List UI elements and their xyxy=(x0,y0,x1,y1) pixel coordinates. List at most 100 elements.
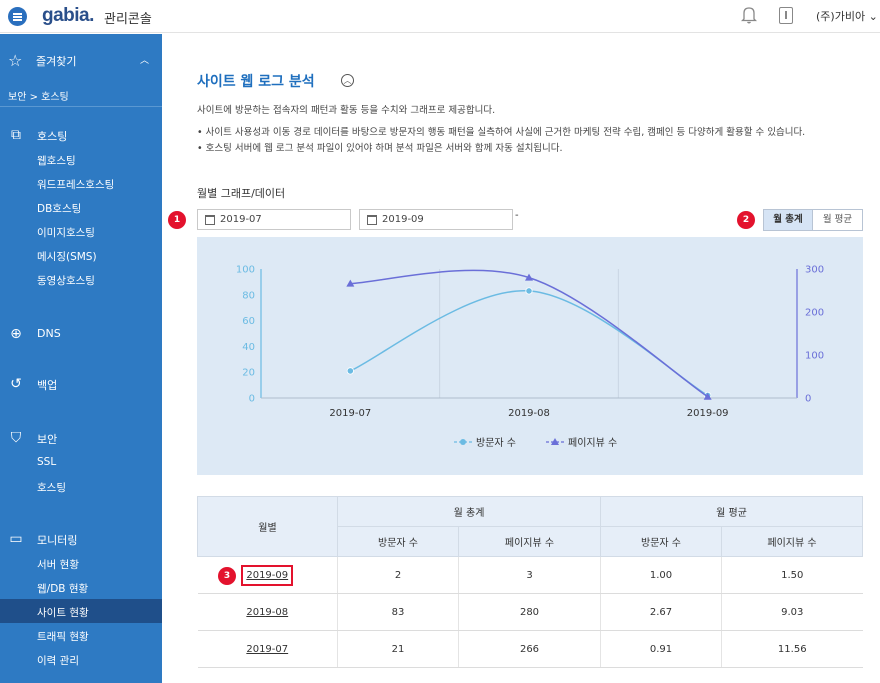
sidebar-item-video-hosting[interactable]: 동영상호스팅 xyxy=(37,273,95,288)
start-date-value: 2019-07 xyxy=(220,214,262,225)
calendar-icon xyxy=(205,215,215,225)
sidebar-item-traffic-status[interactable]: 트래픽 현황 xyxy=(37,629,89,644)
console-label: 관리콘솔 xyxy=(104,12,152,27)
sidebar-divider xyxy=(0,106,162,107)
y-right-tick-label: 0 xyxy=(805,394,811,405)
x-tick-label: 2019-09 xyxy=(687,408,729,419)
sidebar-item-history[interactable]: 이력 관리 xyxy=(37,653,79,668)
table-cell: 2.67 xyxy=(600,593,722,631)
chevron-up-icon: ︿ xyxy=(140,56,150,66)
sidebar-item-security-hosting[interactable]: 호스팅 xyxy=(37,480,66,495)
sidebar-item-server-status[interactable]: 서버 현황 xyxy=(37,557,79,572)
data-point xyxy=(525,287,533,295)
table-cell: 280 xyxy=(458,593,601,631)
chevron-up-icon[interactable]: ︿ xyxy=(341,74,354,87)
section-title: 월별 그래프/데이터 xyxy=(197,187,286,200)
monthly-total-toggle[interactable]: 월 총계 xyxy=(763,209,813,231)
history-icon: ↺ xyxy=(10,376,22,392)
legend-marker xyxy=(460,439,466,445)
info-bullet: • 사이트 사용성과 이동 경로 데이터를 바탕으로 방문자의 행동 패턴을 실… xyxy=(197,127,806,138)
table-cell: 266 xyxy=(458,630,601,668)
table-cell: 21 xyxy=(337,630,459,668)
sidebar-item-site-status[interactable]: 사이트 현황 xyxy=(37,605,89,620)
table-cell: 9.03 xyxy=(721,593,863,631)
y-left-tick-label: 20 xyxy=(242,368,255,379)
col-header-pageviews-avg: 페이지뷰 수 xyxy=(721,526,863,557)
section-label: DNS xyxy=(37,327,61,340)
month-link[interactable]: 2019-09 xyxy=(241,564,294,586)
table-cell: 2 xyxy=(337,556,459,594)
month-link[interactable]: 2019-08 xyxy=(246,607,288,618)
col-header-pageviews-total: 페이지뷰 수 xyxy=(458,526,601,557)
shield-icon: ⛉ xyxy=(10,430,22,446)
y-right-tick-label: 100 xyxy=(805,351,824,362)
copy-icon: ⧉ xyxy=(11,127,21,143)
section-label: 호스팅 xyxy=(37,130,68,143)
y-left-tick-label: 40 xyxy=(242,342,255,353)
globe-icon: ⊕ xyxy=(10,326,22,342)
legend-label: 방문자 수 xyxy=(476,437,516,449)
data-point xyxy=(346,367,354,375)
x-tick-label: 2019-08 xyxy=(508,408,550,419)
info-bullet: • 호스팅 서버에 웹 로그 분석 파일이 있어야 하며 분석 파일은 서버와 … xyxy=(197,143,563,154)
chevron-down-icon: ⌄ xyxy=(868,10,878,23)
start-date-input[interactable]: 2019-07 xyxy=(197,209,351,230)
section-label: 모니터링 xyxy=(37,534,78,547)
table-row: 2019-07 21 266 0.91 11.56 xyxy=(197,630,863,668)
end-date-input[interactable]: 2019-09 xyxy=(359,209,513,230)
favorites-toggle[interactable]: ☆ 즐겨찾기 ︿ xyxy=(0,34,162,86)
table-cell: 11.56 xyxy=(721,630,863,668)
menu-icon[interactable] xyxy=(8,7,27,26)
section-label: 보안 xyxy=(37,433,58,446)
col-header-month: 월별 xyxy=(197,496,338,557)
y-left-tick-label: 80 xyxy=(242,290,255,301)
sidebar-item-web-db-status[interactable]: 웹/DB 현황 xyxy=(37,581,88,596)
table-cell: 0.91 xyxy=(600,630,722,668)
breadcrumb[interactable]: 보안 > 호스팅 xyxy=(8,88,69,103)
monitor-icon: ▭ xyxy=(9,531,23,547)
col-group-total: 월 총계 xyxy=(337,496,601,527)
company-name: (주)가비아 xyxy=(816,10,866,23)
sidebar-item-image-hosting[interactable]: 이미지호스팅 xyxy=(37,225,95,240)
favorites-label: 즐겨찾기 xyxy=(36,55,77,68)
sidebar-item-web-hosting[interactable]: 웹호스팅 xyxy=(37,153,76,168)
page-description: 사이트에 방문하는 접속자의 패턴과 활동 등을 수치와 그래프로 제공합니다. xyxy=(197,105,496,116)
sidebar-item-db-hosting[interactable]: DB호스팅 xyxy=(37,201,81,216)
month-link[interactable]: 2019-07 xyxy=(246,644,288,655)
monthly-line-chart: 0 20 40 60 80 100 0 100 200 300 2019-07 2019-08 2019… xyxy=(236,265,824,450)
y-right-tick-label: 200 xyxy=(805,308,824,319)
gabia-logo[interactable]: gabia. xyxy=(42,5,94,27)
company-menu[interactable]: (주)가비아 ⌄ xyxy=(816,8,878,24)
sidebar-item-ssl[interactable]: SSL xyxy=(37,456,56,468)
y-left-tick-label: 100 xyxy=(236,265,255,276)
table-cell: 1.00 xyxy=(600,556,722,594)
top-header: gabia. 관리콘솔 (주)가비아 ⌄ xyxy=(0,0,880,33)
col-header-visitors-total: 방문자 수 xyxy=(337,526,459,557)
sidebar-item-sms[interactable]: 메시징(SMS) xyxy=(37,249,97,264)
month-cell: 2019-07 xyxy=(197,630,338,668)
sidebar: ☆ 즐겨찾기 ︿ 보안 > 호스팅 ⧉ 호스팅 웹호스팅 워드프레스호스팅 DB… xyxy=(0,34,162,683)
bullet-text: 호스팅 서버에 웹 로그 분석 파일이 있어야 하며 분석 파일은 서버와 함께… xyxy=(205,143,563,154)
series-line xyxy=(350,290,709,397)
y-left-tick-label: 0 xyxy=(249,394,255,405)
col-group-average: 월 평균 xyxy=(600,496,863,527)
annotation-badge: 2 xyxy=(737,211,755,229)
monthly-average-toggle[interactable]: 월 평균 xyxy=(812,209,863,231)
monthly-data-table: 월별 월 총계 월 평균 방문자 수 페이지뷰 수 방문자 수 페이지뷰 수 2… xyxy=(197,496,863,668)
sidebar-item-wordpress-hosting[interactable]: 워드프레스호스팅 xyxy=(37,177,114,192)
legend-label: 페이지뷰 수 xyxy=(568,437,617,449)
date-separator: - xyxy=(515,210,519,221)
y-left-tick-label: 60 xyxy=(242,316,255,327)
annotation-badge: 1 xyxy=(168,211,186,229)
bullet-text: 사이트 사용성과 이동 경로 데이터를 바탕으로 방문자의 행동 패턴을 실측하… xyxy=(205,127,806,138)
bell-icon[interactable] xyxy=(741,6,757,24)
table-cell: 3 xyxy=(458,556,601,594)
table-row: 2019-09 2 3 1.00 1.50 xyxy=(197,556,863,594)
x-tick-label: 2019-07 xyxy=(329,408,371,419)
end-date-value: 2019-09 xyxy=(382,214,424,225)
page-title: 사이트 웹 로그 분석 xyxy=(197,74,315,90)
col-header-visitors-avg: 방문자 수 xyxy=(600,526,722,557)
month-cell: 2019-08 xyxy=(197,593,338,631)
notice-icon[interactable] xyxy=(779,7,793,24)
star-icon: ☆ xyxy=(8,51,23,70)
